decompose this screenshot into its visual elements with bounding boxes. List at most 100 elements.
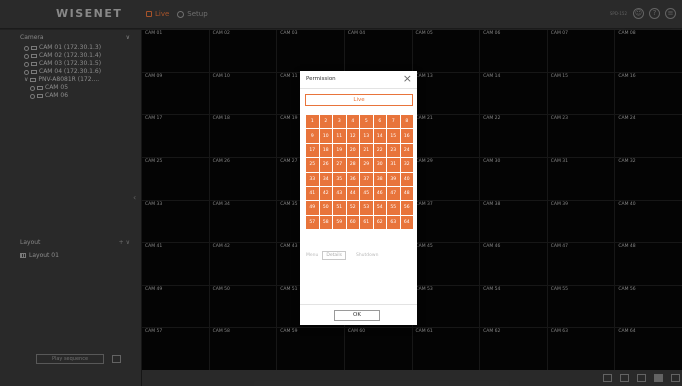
collapse-panel-icon[interactable]: ‹ <box>133 193 136 202</box>
camera-tile[interactable]: CAM 40 <box>615 200 682 243</box>
layout-item[interactable]: Layout 01 <box>20 252 59 259</box>
camera-panel-header[interactable]: Camera ∨ <box>20 34 130 41</box>
camera-tile[interactable]: CAM 33 <box>142 200 209 243</box>
camera-tile[interactable]: CAM 38 <box>480 200 547 243</box>
camera-tile[interactable]: CAM 60 <box>344 328 412 370</box>
channel-checkbox[interactable]: 9 <box>306 129 319 143</box>
channel-checkbox[interactable]: 38 <box>373 172 386 186</box>
channel-checkbox[interactable]: 31 <box>387 158 400 172</box>
channel-checkbox[interactable]: 41 <box>306 186 319 201</box>
channel-checkbox[interactable]: 57 <box>306 215 319 229</box>
channel-checkbox[interactable]: 46 <box>373 186 386 201</box>
camera-tile[interactable]: CAM 34 <box>209 200 277 243</box>
camera-item[interactable]: ∨ PNV-A8081R (172.... <box>24 76 101 84</box>
channel-checkbox[interactable]: 55 <box>387 201 400 215</box>
channel-checkbox[interactable]: 52 <box>346 201 359 215</box>
channel-checkbox[interactable]: 32 <box>400 158 413 172</box>
channel-checkbox[interactable]: 42 <box>319 186 332 201</box>
channel-checkbox[interactable]: 50 <box>319 201 332 215</box>
camera-tile[interactable]: CAM 37 <box>412 200 480 243</box>
camera-tile[interactable]: CAM 08 <box>615 30 682 72</box>
channel-checkbox[interactable]: 62 <box>373 215 386 229</box>
camera-tile[interactable]: CAM 23 <box>547 115 615 157</box>
channel-checkbox[interactable]: 3 <box>333 115 346 129</box>
camera-tile[interactable]: CAM 55 <box>547 285 615 328</box>
channel-checkbox[interactable]: 20 <box>346 143 359 158</box>
ok-button[interactable]: OK <box>334 310 380 321</box>
nav-setup[interactable]: Setup <box>177 10 208 18</box>
chevron-down-icon[interactable]: ∨ <box>126 34 130 41</box>
channel-checkbox[interactable]: 16 <box>400 129 413 143</box>
camera-tile[interactable]: CAM 16 <box>615 72 682 115</box>
channel-checkbox[interactable]: 39 <box>387 172 400 186</box>
channel-checkbox[interactable]: 6 <box>373 115 386 129</box>
play-sequence-button[interactable]: Play sequence <box>36 354 104 364</box>
camera-tile[interactable]: CAM 42 <box>209 243 277 285</box>
camera-tile[interactable]: CAM 15 <box>547 72 615 115</box>
camera-item[interactable]: CAM 04 (172.30.1.6) <box>24 68 101 76</box>
close-icon[interactable]: × <box>403 72 412 85</box>
camera-tile[interactable]: CAM 39 <box>547 200 615 243</box>
camera-tile[interactable]: CAM 56 <box>615 285 682 328</box>
layout-controls[interactable]: + ∨ <box>119 239 130 246</box>
channel-checkbox[interactable]: 53 <box>360 201 373 215</box>
camera-tile[interactable]: CAM 04 <box>344 30 412 72</box>
camera-tile[interactable]: CAM 26 <box>209 157 277 200</box>
channel-checkbox[interactable]: 11 <box>333 129 346 143</box>
camera-tile[interactable]: CAM 57 <box>142 328 209 370</box>
channel-checkbox[interactable]: 47 <box>387 186 400 201</box>
channel-checkbox[interactable]: 64 <box>400 215 413 229</box>
camera-tile[interactable]: CAM 46 <box>480 243 547 285</box>
camera-item[interactable]: CAM 03 (172.30.1.5) <box>24 60 101 68</box>
channel-checkbox[interactable]: 15 <box>387 129 400 143</box>
camera-tile[interactable]: CAM 63 <box>547 328 615 370</box>
details-button[interactable]: Details <box>322 251 346 260</box>
camera-tile[interactable]: CAM 61 <box>412 328 480 370</box>
capture-icon[interactable] <box>620 374 629 382</box>
camera-tile[interactable]: CAM 17 <box>142 115 209 157</box>
camera-tile[interactable]: CAM 53 <box>412 285 480 328</box>
channel-checkbox[interactable]: 27 <box>333 158 346 172</box>
channel-checkbox[interactable]: 29 <box>360 158 373 172</box>
channel-checkbox[interactable]: 12 <box>346 129 359 143</box>
camera-tile[interactable]: CAM 14 <box>480 72 547 115</box>
channel-checkbox[interactable]: 23 <box>387 143 400 158</box>
channel-checkbox[interactable]: 37 <box>360 172 373 186</box>
sequence-settings-icon[interactable] <box>112 355 121 363</box>
camera-tile[interactable]: CAM 54 <box>480 285 547 328</box>
channel-checkbox[interactable]: 28 <box>346 158 359 172</box>
camera-tile[interactable]: CAM 10 <box>209 72 277 115</box>
channel-checkbox[interactable]: 43 <box>333 186 346 201</box>
camera-tile[interactable]: CAM 47 <box>547 243 615 285</box>
channel-checkbox[interactable]: 30 <box>373 158 386 172</box>
camera-tile[interactable]: CAM 09 <box>142 72 209 115</box>
camera-tile[interactable]: CAM 58 <box>209 328 277 370</box>
channel-checkbox[interactable]: 17 <box>306 143 319 158</box>
fullscreen-icon[interactable] <box>671 374 680 382</box>
channel-checkbox[interactable]: 18 <box>319 143 332 158</box>
channel-checkbox[interactable]: 61 <box>360 215 373 229</box>
channel-checkbox[interactable]: 21 <box>360 143 373 158</box>
channel-checkbox[interactable]: 24 <box>400 143 413 158</box>
layout-icon[interactable] <box>654 374 663 382</box>
camera-tile[interactable]: CAM 01 <box>142 30 209 72</box>
camera-tile[interactable]: CAM 02 <box>209 30 277 72</box>
camera-tile[interactable]: CAM 41 <box>142 243 209 285</box>
screen-icon[interactable] <box>603 374 612 382</box>
camera-tile[interactable]: CAM 49 <box>142 285 209 328</box>
nav-live[interactable]: Live <box>146 10 169 18</box>
camera-tile[interactable]: CAM 22 <box>480 115 547 157</box>
camera-tile[interactable]: CAM 30 <box>480 157 547 200</box>
camera-tile[interactable]: CAM 62 <box>480 328 547 370</box>
channel-checkbox[interactable]: 4 <box>346 115 359 129</box>
channel-checkbox[interactable]: 19 <box>333 143 346 158</box>
camera-tile[interactable]: CAM 29 <box>412 157 480 200</box>
user-icon[interactable]: ☺ <box>633 8 644 19</box>
camera-tile[interactable]: CAM 05 <box>412 30 480 72</box>
channel-checkbox[interactable]: 59 <box>333 215 346 229</box>
channel-checkbox[interactable]: 63 <box>387 215 400 229</box>
channel-checkbox[interactable]: 1 <box>306 115 319 129</box>
camera-item[interactable]: CAM 02 (172.30.1.4) <box>24 52 101 60</box>
channel-checkbox[interactable]: 8 <box>400 115 413 129</box>
camera-tile[interactable]: CAM 31 <box>547 157 615 200</box>
